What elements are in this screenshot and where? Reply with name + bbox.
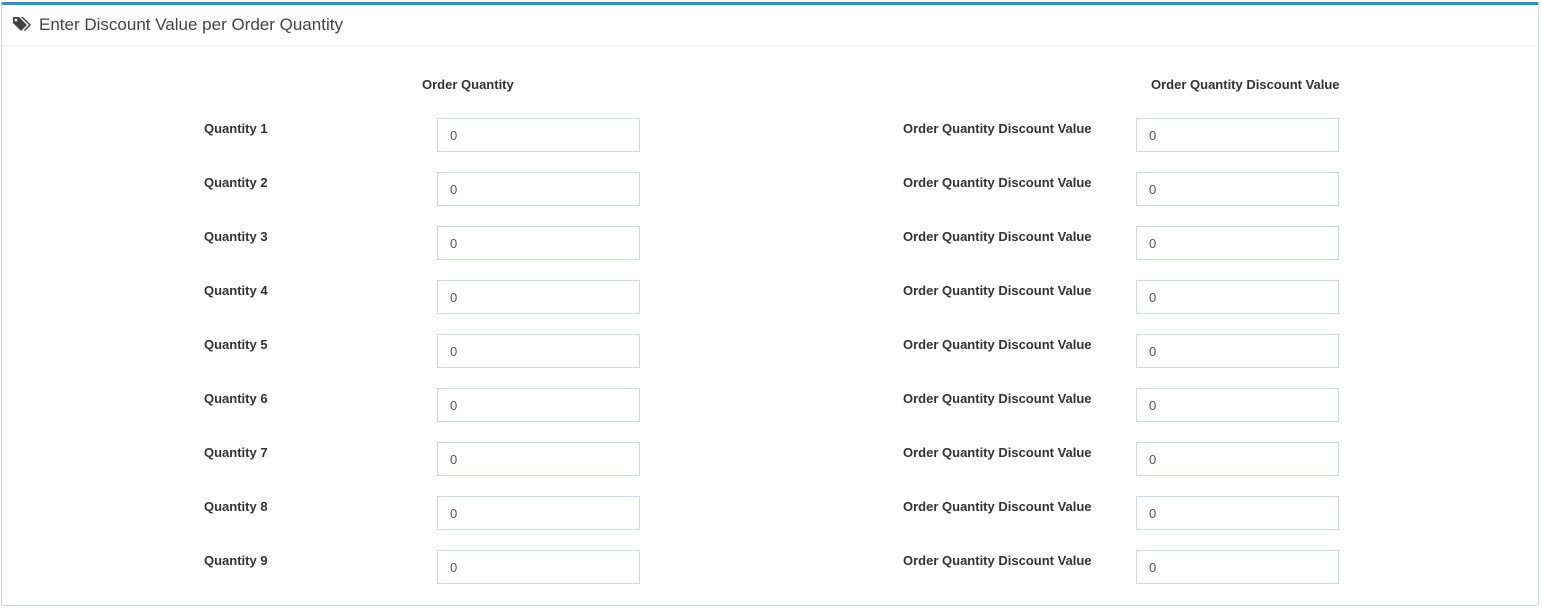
quantity-label: Quantity 1 <box>204 121 268 136</box>
quantity-input[interactable] <box>437 388 640 422</box>
discount-value-label: Order Quantity Discount Value <box>903 391 1092 406</box>
quantity-label: Quantity 9 <box>204 553 268 568</box>
discount-value-label: Order Quantity Discount Value <box>903 121 1092 136</box>
tags-icon <box>12 15 34 33</box>
discount-value-column-header: Order Quantity Discount Value <box>1151 77 1340 92</box>
quantity-label: Quantity 7 <box>204 445 268 460</box>
discount-value-label: Order Quantity Discount Value <box>903 229 1092 244</box>
discount-value-input[interactable] <box>1136 550 1339 584</box>
discount-value-label: Order Quantity Discount Value <box>903 499 1092 514</box>
quantity-input[interactable] <box>437 172 640 206</box>
quantity-input[interactable] <box>437 550 640 584</box>
discount-value-input[interactable] <box>1136 496 1339 530</box>
discount-value-label: Order Quantity Discount Value <box>903 283 1092 298</box>
quantity-input[interactable] <box>437 442 640 476</box>
discount-value-input[interactable] <box>1136 442 1339 476</box>
panel-header: Enter Discount Value per Order Quantity <box>2 5 1538 46</box>
discount-value-input[interactable] <box>1136 388 1339 422</box>
discount-value-label: Order Quantity Discount Value <box>903 175 1092 190</box>
quantity-input[interactable] <box>437 226 640 260</box>
panel-title: Enter Discount Value per Order Quantity <box>39 15 343 34</box>
discount-value-input[interactable] <box>1136 118 1339 152</box>
quantity-input[interactable] <box>437 334 640 368</box>
quantity-label: Quantity 8 <box>204 499 268 514</box>
quantity-label: Quantity 3 <box>204 229 268 244</box>
quantity-input[interactable] <box>437 496 640 530</box>
quantity-label: Quantity 2 <box>204 175 268 190</box>
quantity-label: Quantity 4 <box>204 283 268 298</box>
quantity-input[interactable] <box>437 118 640 152</box>
quantity-input[interactable] <box>437 280 640 314</box>
discount-panel: Enter Discount Value per Order Quantity … <box>1 2 1539 606</box>
quantity-label: Quantity 6 <box>204 391 268 406</box>
discount-value-input[interactable] <box>1136 280 1339 314</box>
discount-value-label: Order Quantity Discount Value <box>903 445 1092 460</box>
discount-value-label: Order Quantity Discount Value <box>903 553 1092 568</box>
quantity-label: Quantity 5 <box>204 337 268 352</box>
discount-value-input[interactable] <box>1136 172 1339 206</box>
order-quantity-column-header: Order Quantity <box>422 77 514 92</box>
discount-value-label: Order Quantity Discount Value <box>903 337 1092 352</box>
discount-value-input[interactable] <box>1136 226 1339 260</box>
discount-value-input[interactable] <box>1136 334 1339 368</box>
